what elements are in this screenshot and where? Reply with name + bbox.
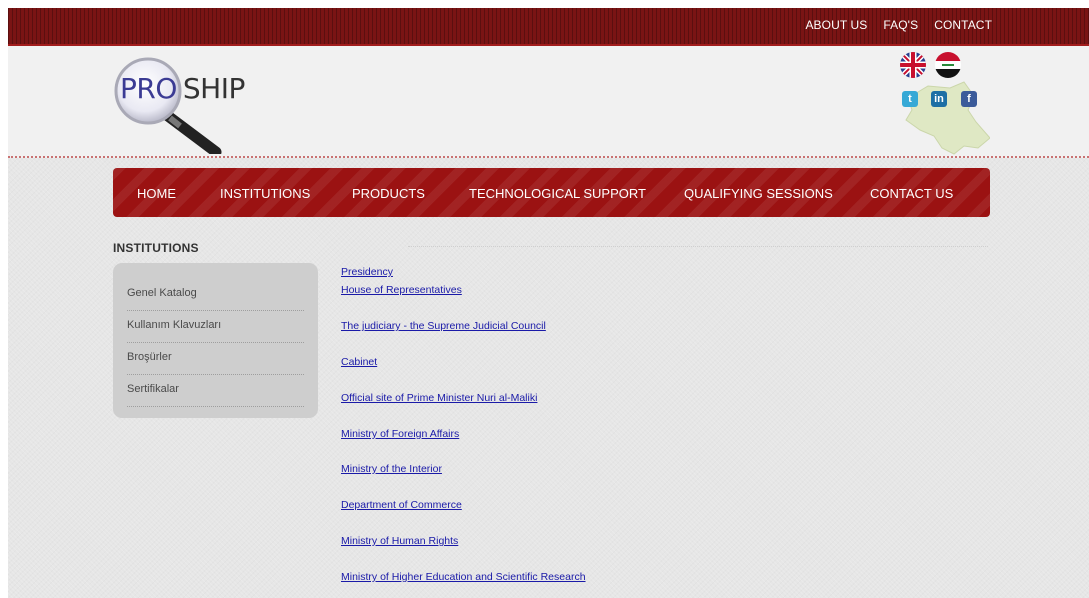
contact-link[interactable]: CONTACT: [934, 18, 992, 32]
top-links: ABOUT US FAQ'S CONTACT: [805, 18, 992, 32]
sidebar-item-kullanim-klavuzlari[interactable]: Kullanım Klavuzları: [127, 311, 304, 343]
institution-link[interactable]: Presidency: [341, 266, 393, 278]
nav-home[interactable]: HOME: [137, 186, 176, 201]
logo-ship: SHIP: [182, 72, 245, 105]
nav-qualifying-sessions[interactable]: QUALIFYING SESSIONS: [684, 186, 833, 201]
twitter-icon[interactable]: t: [902, 91, 918, 107]
institution-link[interactable]: Ministry of Higher Education and Scienti…: [341, 571, 586, 583]
linkedin-icon[interactable]: in: [931, 91, 947, 107]
main-nav: HOME INSTITUTIONS PRODUCTS TECHNOLOGICAL…: [113, 168, 990, 217]
nav-products[interactable]: PRODUCTS: [352, 186, 425, 201]
iraq-map-graphic: [905, 81, 990, 155]
sidebar-item-genel-katalog[interactable]: Genel Katalog: [127, 279, 304, 311]
sidebar-item-brosurler[interactable]: Broşürler: [127, 343, 304, 375]
sidebar-item-sertifikalar[interactable]: Sertifikalar: [127, 375, 304, 407]
nav-contact-us[interactable]: CONTACT US: [870, 186, 953, 201]
uk-flag-icon[interactable]: [900, 52, 926, 78]
top-bar: ABOUT US FAQ'S CONTACT: [8, 8, 1089, 46]
facebook-icon[interactable]: f: [961, 91, 977, 107]
institution-link[interactable]: Ministry of Foreign Affairs: [341, 428, 459, 440]
header: PRO SHIP t in f: [8, 46, 1089, 158]
institution-link[interactable]: Official site of Prime Minister Nuri al-…: [341, 392, 537, 404]
section-divider: [408, 246, 988, 247]
section-title: INSTITUTIONS: [113, 241, 199, 255]
logo-pro: PRO: [120, 72, 177, 105]
nav-institutions[interactable]: INSTITUTIONS: [220, 186, 310, 201]
site-logo[interactable]: PRO SHIP: [108, 54, 248, 154]
institution-link[interactable]: Ministry of the Interior: [341, 463, 442, 475]
institution-link[interactable]: Department of Commerce: [341, 499, 462, 511]
about-us-link[interactable]: ABOUT US: [805, 18, 867, 32]
nav-technological-support[interactable]: TECHNOLOGICAL SUPPORT: [469, 186, 646, 201]
iraq-flag-icon[interactable]: [935, 52, 961, 78]
logo-text: PRO SHIP: [108, 72, 245, 105]
institution-link[interactable]: Ministry of Human Rights: [341, 535, 458, 547]
sidebar: Genel Katalog Kullanım Klavuzları Broşür…: [113, 263, 318, 418]
page: ABOUT US FAQ'S CONTACT PRO SHIP t in f H…: [8, 8, 1089, 598]
institution-link[interactable]: Cabinet: [341, 356, 377, 368]
institution-link[interactable]: House of Representatives: [341, 284, 462, 296]
faqs-link[interactable]: FAQ'S: [883, 18, 918, 32]
institution-link[interactable]: The judiciary - the Supreme Judicial Cou…: [341, 320, 546, 332]
sidebar-list: Genel Katalog Kullanım Klavuzları Broşür…: [113, 279, 318, 407]
